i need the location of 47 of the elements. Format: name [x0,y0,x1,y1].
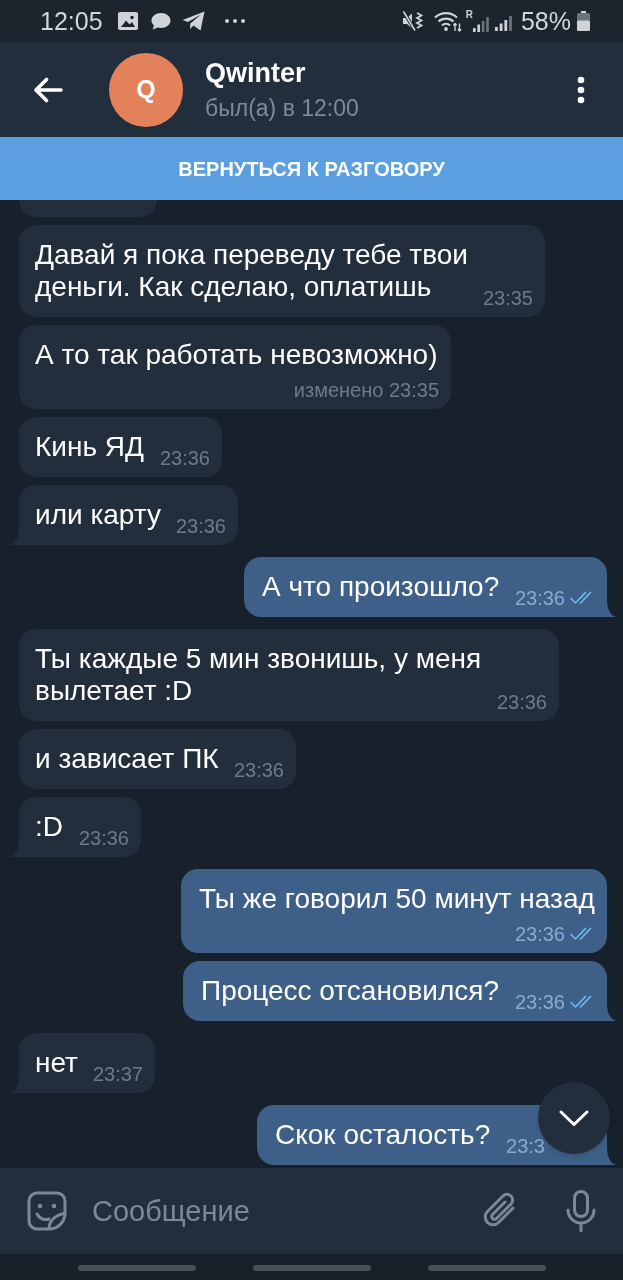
paper-plane-icon [181,11,205,31]
message-time: 23:36 [159,449,210,467]
battery-icon [577,11,590,31]
contact-name: Qwinter [205,57,307,89]
sticker-icon [27,1191,67,1231]
message-time: 23:36 [514,589,565,607]
message-text: А что произошло? [262,571,500,602]
message-text: или карту [35,499,161,530]
wifi-icon [433,10,462,32]
more-vertical-icon [577,75,585,104]
return-to-call-button[interactable]: ВЕРНУТЬСЯ К РАЗГОВОРУ [0,137,623,200]
message-time: 23:3 [506,1137,545,1155]
microphone-icon [565,1190,597,1232]
message-text: Ты же говорил 50 минут назад [199,883,595,914]
message-time: 23:36 [496,693,547,711]
message-time: изменено 23:35 [293,381,439,399]
message-text: Скок осталость? [275,1119,491,1150]
message-text: :D [35,811,63,842]
back-arrow-icon [33,76,63,103]
message-composer[interactable]: Сообщение [0,1168,623,1254]
message-input[interactable]: Сообщение [92,1184,473,1238]
message-text: Кинь ЯД [35,431,144,462]
message-time: 23:36 [514,925,565,943]
message-text: и зависает ПК [35,743,219,774]
message-time: 23:37 [92,1065,143,1083]
message-time: 23:35 [482,289,533,307]
message-time: 23:36 [78,829,129,847]
message-time: 23:36 [233,761,284,779]
signal-icon [494,15,512,31]
message-text: Давай я пока переведу тебе твои деньги. Как сделаю, оплатишь [35,239,468,302]
image-icon [117,12,138,30]
status-time: 12:05 [40,7,103,35]
signal-icon [472,17,489,32]
message-time: 23:36 [514,993,565,1011]
message-text: А то так работать невозможно) [35,339,438,370]
chevron-down-icon [559,1109,589,1127]
chat-bubble-icon [150,12,171,30]
message-time: 23:36 [175,517,226,535]
message-text: Процесс отсановился? [201,975,499,1006]
more-icon [224,19,245,23]
battery-percent: 58% [520,7,571,35]
message-text: нет [35,1047,78,1078]
avatar[interactable]: Q [109,52,183,127]
message-text: Ты каждые 5 мин звонишь, у меня вылетает :D [35,643,482,706]
roaming-label: R [465,10,473,20]
mute-vibrate-icon [401,10,424,32]
last-seen-status: был(а) в 12:00 [205,94,359,122]
